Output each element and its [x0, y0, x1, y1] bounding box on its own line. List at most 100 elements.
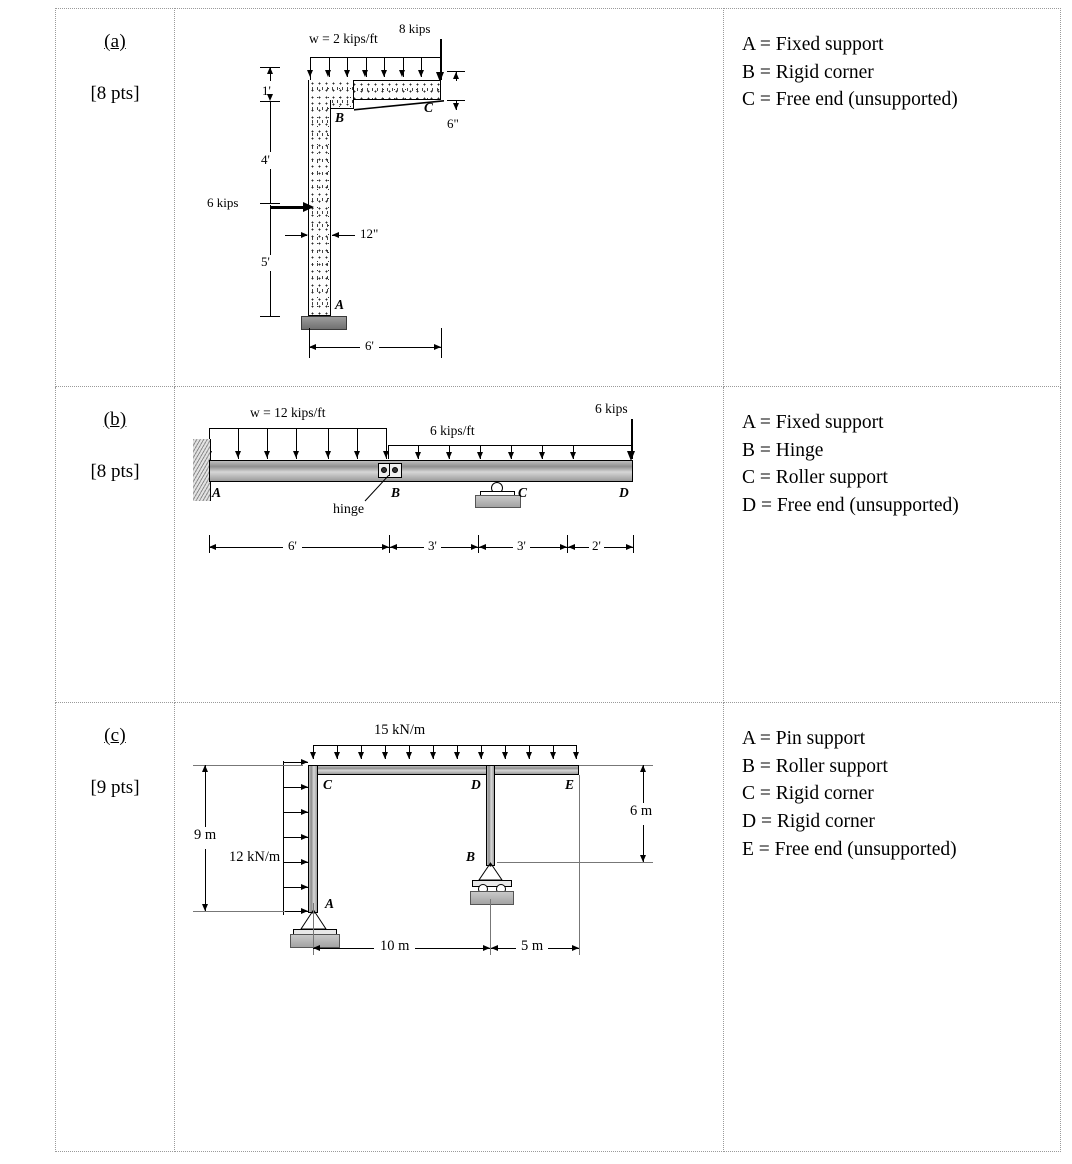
dim-label-5m-c: 5 m	[516, 938, 549, 955]
udl-c-side-arrow-3	[301, 808, 308, 815]
figure-b: w = 12 kips/ft 6 kips/ft 6 kips A B C D …	[175, 387, 723, 702]
roller-ground-c-b	[475, 495, 521, 508]
udl-c-top-arrow-2	[333, 752, 340, 759]
udl-right-header-b	[388, 445, 631, 447]
udl-top-label-c: 15 kN/m	[374, 722, 426, 738]
node-label-b-a: B	[335, 110, 345, 125]
pin-support-triangle-a-c	[300, 909, 327, 930]
figure-cell-a: w = 2 kips/ft 8 kips B C A 1' 4' 5' 6 ki…	[174, 8, 724, 387]
udl-top-header-c	[313, 745, 576, 747]
udl-b-right-arrow-3	[476, 452, 483, 459]
lateral-load-arrow-a	[303, 202, 314, 212]
answer-list-a: A = Fixed support B = Rigid corner C = F…	[724, 9, 1060, 114]
dim-label-4ft-a: 4'	[261, 152, 270, 167]
udl-b-right-arrow-4	[507, 452, 514, 459]
udl-side-label-c: 12 kN/m	[229, 849, 281, 865]
interior-column-c	[486, 765, 495, 866]
figure-cell-c: 15 kN/m 12 kN/m C D E B A 9 m 6 m 10 m 5…	[174, 702, 724, 1152]
answer-cell-c: A = Pin support B = Roller support C = R…	[723, 702, 1061, 1152]
node-label-b-c: B	[466, 849, 476, 864]
node-label-c-a: C	[424, 100, 434, 115]
dim-label-span-a: 6'	[360, 338, 379, 354]
udl-left-label-b: w = 12 kips/ft	[250, 405, 326, 420]
answer-item: C = Roller support	[742, 467, 888, 489]
answer-list-c: A = Pin support B = Roller support C = R…	[724, 703, 1060, 863]
udl-c-top-arrow-5	[405, 752, 412, 759]
dim-label-seg4-b: 2'	[589, 538, 604, 554]
dim-label-10m-c: 10 m	[374, 938, 416, 955]
udl-c-top-arrow-12	[572, 752, 579, 759]
udl-c-top-arrow-4	[381, 752, 388, 759]
answer-item: A = Fixed support	[742, 34, 884, 55]
udl-c-top-arrow-3	[357, 752, 364, 759]
figure-c: 15 kN/m 12 kN/m C D E B A 9 m 6 m 10 m 5…	[175, 703, 723, 1151]
answer-item: B = Roller support	[742, 755, 888, 777]
answer-cell-b: A = Fixed support B = Hinge C = Roller s…	[723, 386, 1061, 703]
dim-label-seg1-b: 6'	[283, 538, 302, 554]
dim-arrow-6in-up-a	[452, 72, 459, 79]
dim-label-5ft-a: 5'	[261, 254, 270, 269]
udl-arrow-a-3	[343, 70, 350, 77]
node-label-a-b: A	[212, 485, 222, 500]
udl-c-top-arrow-1	[309, 752, 316, 759]
problem-tag-c: (c)	[104, 725, 126, 746]
udl-b-right-arrow-2	[445, 452, 452, 459]
dim-arrow-9m-bot-c	[201, 904, 208, 911]
answer-item: B = Rigid corner	[742, 61, 874, 83]
udl-c-top-arrow-11	[549, 752, 556, 759]
answer-item: A = Pin support	[742, 728, 866, 749]
problem-tag-a: (a)	[104, 31, 126, 52]
udl-b-right-arrow-6	[569, 452, 576, 459]
dim-arrow-6m-bot-c	[639, 855, 646, 862]
dim-label-12in-a: 12"	[360, 226, 379, 241]
udl-right-label-b: 6 kips/ft	[430, 423, 475, 438]
node-label-a-a: A	[335, 297, 345, 312]
top-girder-c	[308, 765, 579, 775]
figure-a: w = 2 kips/ft 8 kips B C A 1' 4' 5' 6 ki…	[175, 9, 723, 386]
udl-c-top-arrow-6	[429, 752, 436, 759]
lateral-load-label-a: 6 kips	[207, 195, 239, 210]
point-load-label-b: 6 kips	[595, 401, 628, 416]
node-label-c-b: C	[518, 485, 528, 500]
udl-left-header-b	[209, 428, 387, 430]
hinge-leader-b	[364, 475, 390, 502]
udl-c-top-arrow-8	[477, 752, 484, 759]
node-label-d-b: D	[619, 485, 629, 500]
udl-c-side-arrow-5	[301, 858, 308, 865]
udl-b-left-arrow-5	[324, 451, 331, 458]
figure-cell-b: w = 12 kips/ft 6 kips/ft 6 kips A B C D …	[174, 386, 724, 703]
udl-c-top-arrow-10	[525, 752, 532, 759]
udl-b-left-arrow-3	[263, 451, 270, 458]
roller-support-triangle-b-c	[478, 862, 503, 881]
document-page: (a) [8 pts] w = 2 kips/ft 8 kips B C A 1…	[0, 0, 1072, 1164]
udl-c-top-arrow-7	[453, 752, 460, 759]
udl-c-side-arrow-4	[301, 833, 308, 840]
node-label-c-c: C	[323, 777, 333, 792]
roller-support-ground-b-c	[470, 891, 514, 905]
beam-b	[209, 460, 633, 482]
answer-item: D = Rigid corner	[742, 811, 875, 833]
problem-points-b: [8 pts]	[90, 461, 140, 482]
table-row-b: (b) [8 pts] w = 12 kips/ft 6 kips/ft 6 k…	[55, 386, 1061, 703]
udl-arrow-a-6	[399, 70, 406, 77]
dim-label-seg3-b: 3'	[513, 538, 530, 554]
dim-label-seg2-b: 3'	[424, 538, 441, 554]
udl-c-top-arrow-9	[501, 752, 508, 759]
answer-item: B = Hinge	[742, 439, 824, 461]
answer-item: E = Free end (unsupported)	[742, 838, 957, 860]
node-label-e-c: E	[565, 777, 575, 792]
answer-item: D = Free end (unsupported)	[742, 495, 959, 517]
udl-side-header-c	[283, 761, 284, 915]
hinge-note-label-b: hinge	[333, 502, 365, 517]
answer-item: C = Free end (unsupported)	[742, 89, 958, 111]
dim-arrow-9m-top-c	[201, 765, 208, 772]
answer-list-b: A = Fixed support B = Hinge C = Roller s…	[724, 387, 1060, 520]
fixed-support-base-a	[301, 316, 347, 330]
udl-arrow-a-7	[417, 70, 424, 77]
udl-c-side-arrow-1	[301, 758, 308, 765]
problem-table: (a) [8 pts] w = 2 kips/ft 8 kips B C A 1…	[55, 8, 1061, 1152]
dim-arrow-6m-top-c	[639, 765, 646, 772]
left-column-c	[308, 765, 318, 913]
dim-arrow-12in-right-a	[332, 231, 339, 238]
udl-arrow-a-5	[380, 70, 387, 77]
